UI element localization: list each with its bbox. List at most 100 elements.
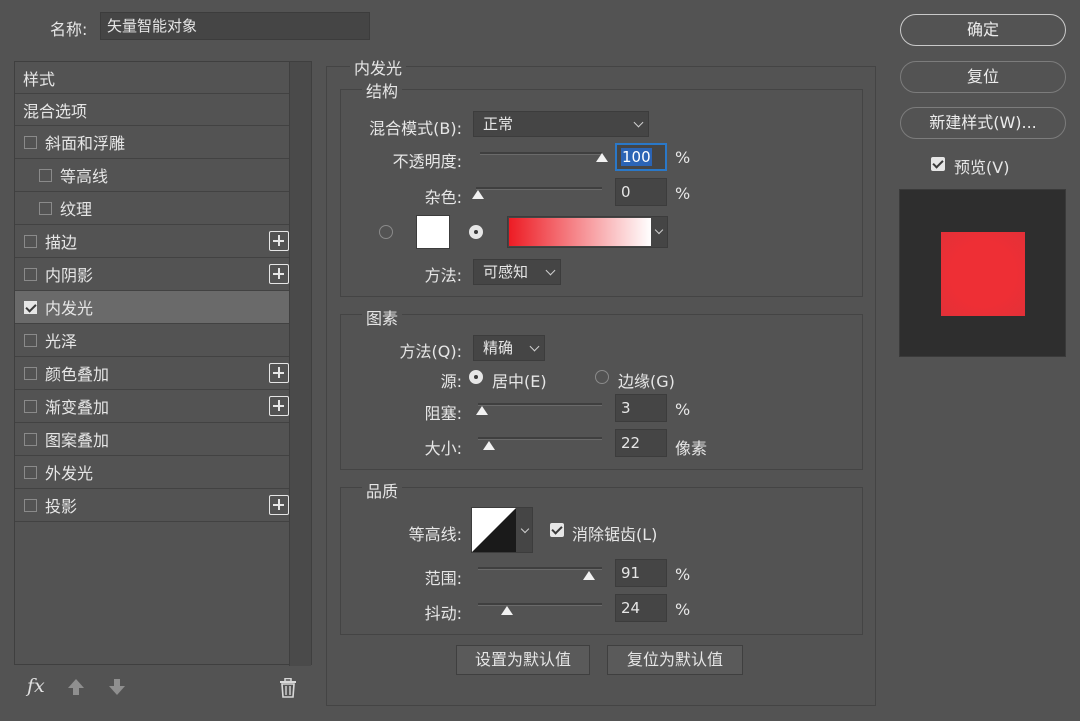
checkbox[interactable] xyxy=(24,267,37,281)
move-down-icon[interactable] xyxy=(109,686,125,695)
add-color-overlay-icon[interactable] xyxy=(269,363,289,383)
styles-panel: 样式 混合选项 斜面和浮雕 等高线 纹理 描边 内阴影 内发光 光泽 颜色叠加 … xyxy=(14,61,312,666)
elements-method-label: 方法(Q): xyxy=(399,342,462,361)
opacity-slider-track[interactable] xyxy=(480,152,602,155)
size-slider-thumb[interactable] xyxy=(482,441,495,450)
name-label: 名称: xyxy=(50,20,88,39)
style-label: 纹理 xyxy=(60,200,93,219)
checkbox[interactable] xyxy=(39,201,52,215)
anti-alias-checkbox[interactable] xyxy=(550,523,564,537)
elements-method-select[interactable]: 精确 xyxy=(473,335,545,361)
checkbox[interactable] xyxy=(24,498,37,512)
move-down-icon-stem xyxy=(114,679,120,686)
checkbox[interactable] xyxy=(24,399,37,413)
style-label: 颜色叠加 xyxy=(45,365,110,384)
source-center-label: 居中(E) xyxy=(492,372,547,391)
preview-thumbnail xyxy=(899,189,1066,357)
style-stroke[interactable]: 描边 xyxy=(15,225,289,258)
styles-list: 样式 混合选项 斜面和浮雕 等高线 纹理 描边 内阴影 内发光 光泽 颜色叠加 … xyxy=(15,62,289,522)
chevron-down-icon xyxy=(545,265,556,276)
noise-slider-track[interactable] xyxy=(476,187,602,190)
checkbox[interactable] xyxy=(24,135,37,149)
blend-mode-value: 正常 xyxy=(483,115,514,133)
jitter-input[interactable]: 24 xyxy=(615,594,667,622)
range-slider-track[interactable] xyxy=(478,567,602,570)
blending-options-label: 混合选项 xyxy=(23,101,88,121)
noise-slider-thumb[interactable] xyxy=(472,190,484,199)
chevron-down-icon xyxy=(654,225,664,235)
style-label: 内阴影 xyxy=(45,266,94,285)
choke-slider-thumb[interactable] xyxy=(475,406,488,415)
inner-glow-title: 内发光 xyxy=(350,55,407,79)
choke-slider-track[interactable] xyxy=(478,403,602,406)
style-label: 等高线 xyxy=(60,167,109,186)
source-center-radio[interactable] xyxy=(469,370,483,384)
gradient-picker[interactable] xyxy=(507,216,668,248)
checkbox[interactable] xyxy=(24,366,37,380)
name-input[interactable]: 矢量智能对象 xyxy=(100,12,370,40)
add-stroke-icon[interactable] xyxy=(269,231,289,251)
add-inner-shadow-icon[interactable] xyxy=(269,264,289,284)
add-drop-shadow-icon[interactable] xyxy=(269,495,289,515)
size-input[interactable]: 22 xyxy=(615,429,667,457)
checkbox[interactable] xyxy=(24,432,37,446)
reset-to-default-button[interactable]: 复位为默认值 xyxy=(607,645,743,675)
preview-checkbox[interactable] xyxy=(931,157,945,171)
reset-button[interactable]: 复位 xyxy=(900,61,1066,93)
choke-label: 阻塞: xyxy=(424,404,462,423)
add-gradient-overlay-icon[interactable] xyxy=(269,396,289,416)
structure-title: 结构 xyxy=(362,78,403,102)
fx-icon[interactable]: fx xyxy=(27,675,45,697)
technique-value: 可感知 xyxy=(483,263,529,281)
style-texture[interactable]: 纹理 xyxy=(15,192,289,225)
style-label: 投影 xyxy=(45,497,78,516)
style-gradient-overlay[interactable]: 渐变叠加 xyxy=(15,390,289,423)
checkbox[interactable] xyxy=(24,234,37,248)
contour-picker[interactable] xyxy=(471,507,533,553)
quality-title: 品质 xyxy=(362,478,403,502)
glow-color-swatch[interactable] xyxy=(416,215,450,249)
size-unit: 像素 xyxy=(675,439,708,458)
style-color-overlay[interactable]: 颜色叠加 xyxy=(15,357,289,390)
chevron-down-icon xyxy=(633,117,644,128)
move-up-icon[interactable] xyxy=(68,679,84,688)
blending-options[interactable]: 混合选项 xyxy=(15,94,289,126)
range-input[interactable]: 91 xyxy=(615,559,667,587)
opacity-slider-thumb[interactable] xyxy=(596,153,608,162)
opacity-input[interactable]: 100 xyxy=(615,143,667,171)
size-slider-track[interactable] xyxy=(478,437,602,440)
ok-button[interactable]: 确定 xyxy=(900,14,1066,46)
method-label: 方法: xyxy=(424,266,462,285)
blend-mode-select[interactable]: 正常 xyxy=(473,111,649,137)
new-style-button[interactable]: 新建样式(W)... xyxy=(900,107,1066,139)
technique-select[interactable]: 可感知 xyxy=(473,259,561,285)
style-bevel-emboss[interactable]: 斜面和浮雕 xyxy=(15,126,289,159)
style-satin[interactable]: 光泽 xyxy=(15,324,289,357)
style-label: 内发光 xyxy=(45,299,94,318)
choke-input[interactable]: 3 xyxy=(615,394,667,422)
jitter-slider-thumb[interactable] xyxy=(501,606,514,615)
style-inner-shadow[interactable]: 内阴影 xyxy=(15,258,289,291)
style-inner-glow[interactable]: 内发光 xyxy=(15,291,289,324)
jitter-unit: % xyxy=(675,600,691,619)
range-slider-thumb[interactable] xyxy=(583,571,596,580)
source-edge-radio[interactable] xyxy=(595,370,609,384)
checkbox[interactable] xyxy=(39,168,52,182)
checkbox[interactable] xyxy=(24,465,37,479)
style-contour[interactable]: 等高线 xyxy=(15,159,289,192)
style-pattern-overlay[interactable]: 图案叠加 xyxy=(15,423,289,456)
checkbox[interactable] xyxy=(24,333,37,347)
style-label: 光泽 xyxy=(45,332,78,351)
style-outer-glow[interactable]: 外发光 xyxy=(15,456,289,489)
style-drop-shadow[interactable]: 投影 xyxy=(15,489,289,522)
styles-scrollbar[interactable] xyxy=(289,62,311,666)
jitter-label: 抖动: xyxy=(424,604,462,623)
jitter-slider-track[interactable] xyxy=(478,603,602,606)
make-default-button[interactable]: 设置为默认值 xyxy=(456,645,590,675)
styles-header[interactable]: 样式 xyxy=(15,62,289,94)
trash-icon[interactable] xyxy=(279,678,297,698)
noise-input[interactable]: 0 xyxy=(615,178,667,206)
solid-color-radio[interactable] xyxy=(379,225,393,239)
gradient-radio[interactable] xyxy=(469,225,483,239)
checkbox-checked[interactable] xyxy=(24,300,37,314)
